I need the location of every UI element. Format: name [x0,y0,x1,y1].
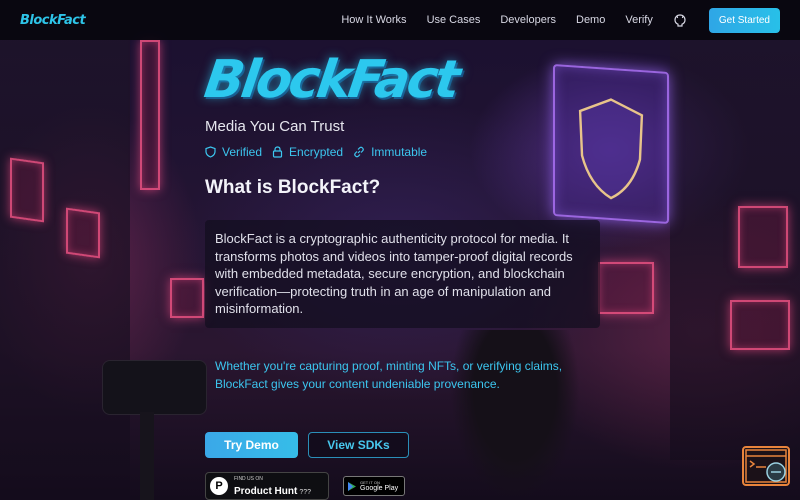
background-building-right [670,40,800,460]
google-play-badge[interactable]: GET IT ON Google Play [343,476,405,496]
link-icon [354,146,364,158]
product-hunt-count: ??? [299,489,312,496]
nav-link-how-it-works[interactable]: How It Works [341,14,406,26]
get-started-button[interactable]: Get Started [708,7,780,33]
product-hunt-label: Product Hunt [234,486,298,497]
shield-icon [205,146,216,158]
badge-label: Encrypted [289,145,344,159]
background-building-left [0,40,130,500]
terminal-chat-icon [745,449,787,483]
store-badges: P FIND US ON Product Hunt??? GET IT ON G… [205,472,405,500]
chat-widget[interactable] [742,446,790,486]
neon-sign [170,278,204,318]
feature-badges: Verified Encrypted Immutable [205,145,605,159]
hooded-figure [450,330,580,500]
github-icon[interactable] [673,13,687,27]
nav-link-verify[interactable]: Verify [625,14,653,26]
neon-sign [140,40,160,190]
badge-verified: Verified [205,145,262,159]
security-camera [102,360,207,415]
neon-sign [730,300,790,350]
top-navbar: BlockFact How It Works Use Cases Develop… [0,0,800,40]
nav-logo[interactable]: BlockFact [20,13,86,28]
product-hunt-badge[interactable]: P FIND US ON Product Hunt??? [205,472,329,500]
badge-immutable: Immutable [353,145,427,159]
nav-link-developers[interactable]: Developers [500,14,556,26]
nav-link-use-cases[interactable]: Use Cases [427,14,481,26]
lock-icon [272,146,283,158]
neon-sign [10,157,44,223]
view-sdks-button[interactable]: View SDKs [308,432,409,458]
badge-label: Immutable [371,145,428,159]
try-demo-button[interactable]: Try Demo [205,432,298,458]
badge-encrypted: Encrypted [272,145,343,159]
hero-tagline: Media You Can Trust [205,118,345,135]
badge-label: Verified [222,145,263,159]
nav-link-demo[interactable]: Demo [576,14,605,26]
section-heading: What is BlockFact? [205,177,381,198]
neon-sign [598,262,654,314]
highlight-text: Whether you're capturing proof, minting … [215,359,563,391]
nav-links: How It Works Use Cases Developers Demo V… [321,7,780,33]
hero-logo: BlockFact [200,50,462,110]
description-text: BlockFact is a cryptographic authenticit… [215,231,573,316]
hero-section: BlockFact Media You Can Trust Verified E… [201,48,605,199]
google-play-icon [348,481,356,491]
camera-pole [140,412,154,500]
neon-sign [738,206,788,268]
hero-buttons: Try Demo View SDKs [205,432,409,458]
description-box: BlockFact is a cryptographic authenticit… [205,220,600,328]
neon-sign [66,207,100,259]
product-hunt-caption: FIND US ON [234,476,263,482]
product-hunt-icon: P [210,477,228,495]
google-play-label: Google Play [360,485,399,492]
